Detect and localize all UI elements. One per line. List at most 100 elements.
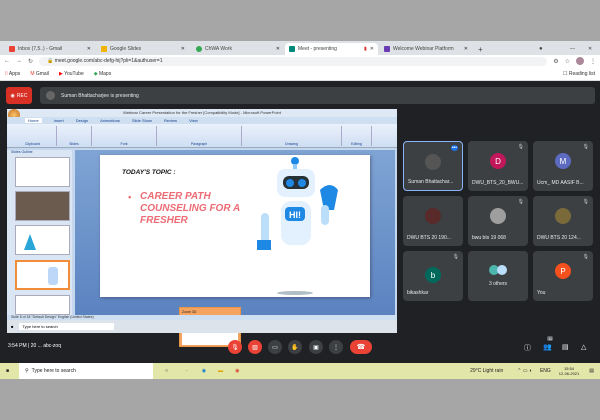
task-view-icon[interactable]: · (186, 368, 188, 374)
meeting-details-icon[interactable]: ⓘ (524, 343, 531, 353)
slide-thumbnail[interactable] (15, 225, 70, 255)
mic-off-icon: 🎙 (582, 199, 589, 205)
close-icon[interactable]: ✕ (181, 46, 185, 52)
reading-list[interactable]: ☐ Reading list (563, 71, 595, 77)
participant-tile[interactable]: ••• Suman Bhattachar... (403, 141, 463, 191)
participant-name: bikashkar (407, 290, 429, 296)
slide-thumbnail-selected[interactable] (15, 260, 70, 290)
chat-icon[interactable]: ▤ (562, 343, 569, 351)
participant-tile[interactable]: 🎙 M Ucm_ MD AASIF B... (533, 141, 593, 191)
participant-tile[interactable]: 🎙 bwu bts 19 068 (468, 196, 528, 246)
bookmark-apps[interactable]: ⁞⁞ Apps (5, 71, 20, 77)
slide-thumbnail[interactable] (15, 295, 70, 315)
tab-label: Inbox (7,5..) - Gmail (18, 46, 63, 52)
close-icon[interactable]: ✕ (370, 46, 374, 52)
tab-webinar[interactable]: Welcome Webinar Platform ✕ (380, 43, 472, 55)
others-tile[interactable]: 3 others (468, 251, 528, 301)
people-icon[interactable]: 👥 (543, 343, 552, 351)
bookmark-maps[interactable]: ◆ Maps (94, 71, 111, 77)
reload-icon[interactable]: ↻ (28, 58, 33, 65)
shared-taskbar: ■ Type here to search (7, 320, 397, 333)
star-icon[interactable]: ☆ (565, 58, 570, 65)
participant-name: DWU_BTS_20_BWU... (472, 180, 524, 186)
group-label: Editing (351, 142, 362, 146)
record-icon: ◉ (10, 92, 15, 99)
ribbon-tab-insert[interactable]: Insert (54, 118, 64, 123)
ribbon-tabs: Home Insert Design Animations Slide Show… (7, 117, 397, 124)
participant-name: Suman Bhattachar... (408, 179, 454, 185)
close-icon[interactable]: ✕ (464, 46, 468, 52)
forward-icon[interactable]: → (16, 58, 22, 64)
leave-call-button[interactable]: ☎ (350, 340, 372, 354)
tab-slides[interactable]: Google Slides ✕ (97, 43, 189, 55)
activities-icon[interactable]: △ (581, 343, 586, 351)
tab-gmail[interactable]: Inbox (7,5..) - Gmail ✕ (5, 43, 95, 55)
ribbon-tab-design[interactable]: Design (76, 118, 88, 123)
notifications-icon[interactable]: ▤ (589, 368, 594, 374)
profile-avatar[interactable] (576, 57, 584, 65)
close-icon[interactable]: ✕ (276, 46, 280, 52)
camera-off-button[interactable]: ▧ (248, 340, 262, 354)
more-options-button[interactable]: ⋮ (329, 340, 343, 354)
edge-icon[interactable]: ◉ (202, 368, 206, 374)
close-icon[interactable]: ✕ (87, 46, 91, 52)
participant-tile[interactable]: 🎙 DWU BTS 20 124... (533, 196, 593, 246)
ribbon-tab-slideshow[interactable]: Slide Show (132, 118, 152, 123)
weather-widget[interactable]: 29°C Light rain (470, 368, 503, 374)
presenter-avatar (46, 91, 55, 100)
tab-work[interactable]: ChWA Work ✕ (192, 43, 284, 55)
gmail-icon (9, 46, 15, 52)
minimize-button[interactable]: — (566, 43, 579, 55)
participant-tile[interactable]: DWU BTS 20 190... (403, 196, 463, 246)
back-icon[interactable]: ← (4, 58, 10, 64)
taskbar-clock[interactable]: 15:54 12-06-2021 (559, 366, 579, 376)
windows-icon: ■ (11, 324, 14, 329)
cortana-icon[interactable]: ○ (165, 368, 168, 374)
account-icon[interactable]: ● (535, 43, 547, 55)
ribbon-tab-animations[interactable]: Animations (100, 118, 120, 123)
ribbon-tab-view[interactable]: View (189, 118, 198, 123)
participant-avatar: M (555, 153, 571, 169)
captions-button[interactable]: ▭ (268, 340, 282, 354)
self-tile[interactable]: 🎙 P You (533, 251, 593, 301)
ribbon: Clipboard Slides Font Paragraph Drawing … (7, 124, 397, 148)
tab-label: ChWA Work (205, 46, 232, 52)
ribbon-group-drawing: Drawing (242, 126, 342, 146)
system-tray-icons[interactable]: ⌃ ▭ ◖ (517, 368, 532, 374)
new-tab-button[interactable]: + (474, 43, 487, 55)
extension-icon[interactable]: ⚙ (553, 58, 558, 65)
panel-tab-outline[interactable]: Outline (22, 150, 33, 154)
participant-name: You (537, 290, 546, 296)
participant-tile[interactable]: 🎙 b bikashkar (403, 251, 463, 301)
mic-off-button[interactable]: 🎙 (228, 340, 242, 354)
participant-avatar: P (555, 263, 571, 279)
recording-button[interactable]: ◉ REC (6, 87, 32, 104)
participant-tile[interactable]: 🎙 D DWU_BTS_20_BWU... (468, 141, 528, 191)
ribbon-tab-review[interactable]: Review (164, 118, 177, 123)
close-window-button[interactable]: ✕ (584, 43, 596, 55)
menu-icon[interactable]: ⋮ (590, 58, 596, 65)
meet-call: ◉ REC Suman Bhattacharjee is presenting W… (0, 81, 600, 363)
current-slide[interactable]: TODAY'S TOPIC : CAREER PATH COUNSELING F… (100, 155, 370, 297)
ppt-window-title: Webinar Career Presentation for the Fres… (7, 109, 397, 117)
raise-hand-button[interactable]: ✋ (288, 340, 302, 354)
start-icon[interactable]: ■ (6, 368, 9, 374)
slide-bullet-text: CAREER PATH COUNSELING FOR A FRESHER (128, 191, 270, 227)
ribbon-tab-home[interactable]: Home (25, 118, 42, 123)
slide-thumbnail[interactable] (15, 157, 70, 187)
taskbar-search[interactable]: ⚲ Type here to search (19, 363, 153, 379)
language-indicator[interactable]: ENG (540, 368, 551, 374)
popup-title: Zoom 3D (182, 310, 197, 314)
tab-meet[interactable]: Meet - presenting ▮ ✕ (285, 43, 378, 55)
chrome-icon[interactable]: ◉ (235, 368, 239, 374)
url-input[interactable]: 🔒 meet.google.com/abc-defg-hij?pli=1&aut… (39, 56, 548, 66)
participant-name: bwu bts 19 068 (472, 235, 506, 241)
file-explorer-icon[interactable]: ▬ (218, 368, 223, 374)
bookmark-youtube[interactable]: ▶ YouTube (59, 71, 84, 77)
bookmark-gmail[interactable]: M Gmail (30, 71, 49, 77)
bookmark-label: Maps (98, 70, 112, 77)
present-button[interactable]: ▣ (309, 340, 323, 354)
slide-thumbnail[interactable] (15, 191, 70, 221)
tab-label: Welcome Webinar Platform (393, 46, 454, 52)
panel-tab-slides[interactable]: Slides (11, 150, 21, 154)
